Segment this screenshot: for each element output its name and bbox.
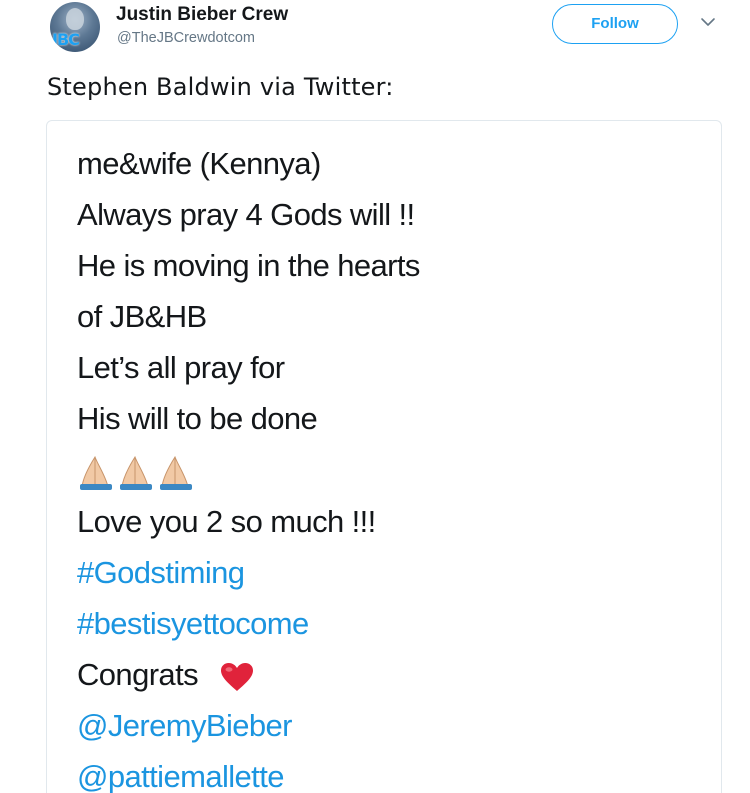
- congrats-text: Congrats: [77, 657, 199, 692]
- image-text-line: Let’s all pray for: [77, 350, 285, 385]
- red-heart-icon: [221, 662, 254, 691]
- mention-link[interactable]: @pattiemallette: [77, 759, 284, 793]
- image-text-line: of JB&HB: [77, 299, 207, 334]
- image-text-line: His will to be done: [77, 401, 318, 436]
- tweet-image[interactable]: me&wife (Kennya) Always pray 4 Gods will…: [46, 120, 722, 793]
- avatar[interactable]: JBC: [50, 2, 100, 52]
- image-text-line: Love you 2 so much !!!: [77, 504, 376, 539]
- congrats-line: Congrats: [77, 657, 254, 693]
- folded-hands-row: [77, 451, 207, 491]
- mention-link[interactable]: @JeremyBieber: [77, 708, 293, 744]
- avatar-photo: [66, 8, 84, 30]
- image-text-line: me&wife (Kennya): [77, 146, 321, 181]
- hashtag-link[interactable]: #bestisyettocome: [77, 606, 309, 642]
- image-text-line: He is moving in the hearts: [77, 248, 420, 283]
- follow-button[interactable]: Follow: [552, 4, 678, 44]
- folded-hands-icon: [80, 455, 192, 490]
- avatar-logo: JBC: [52, 30, 80, 49]
- display-name[interactable]: Justin Bieber Crew: [116, 4, 288, 26]
- tweet-text: Stephen Baldwin via Twitter:: [47, 73, 394, 101]
- image-text-line: Always pray 4 Gods will !!: [77, 197, 415, 232]
- tweet-header: JBC Justin Bieber Crew @TheJBCrewdotcom …: [0, 0, 750, 60]
- chevron-down-icon[interactable]: [700, 14, 716, 30]
- user-handle[interactable]: @TheJBCrewdotcom: [117, 30, 255, 46]
- hashtag-link[interactable]: #Godstiming: [77, 555, 245, 591]
- tweet-page: JBC Justin Bieber Crew @TheJBCrewdotcom …: [0, 0, 750, 793]
